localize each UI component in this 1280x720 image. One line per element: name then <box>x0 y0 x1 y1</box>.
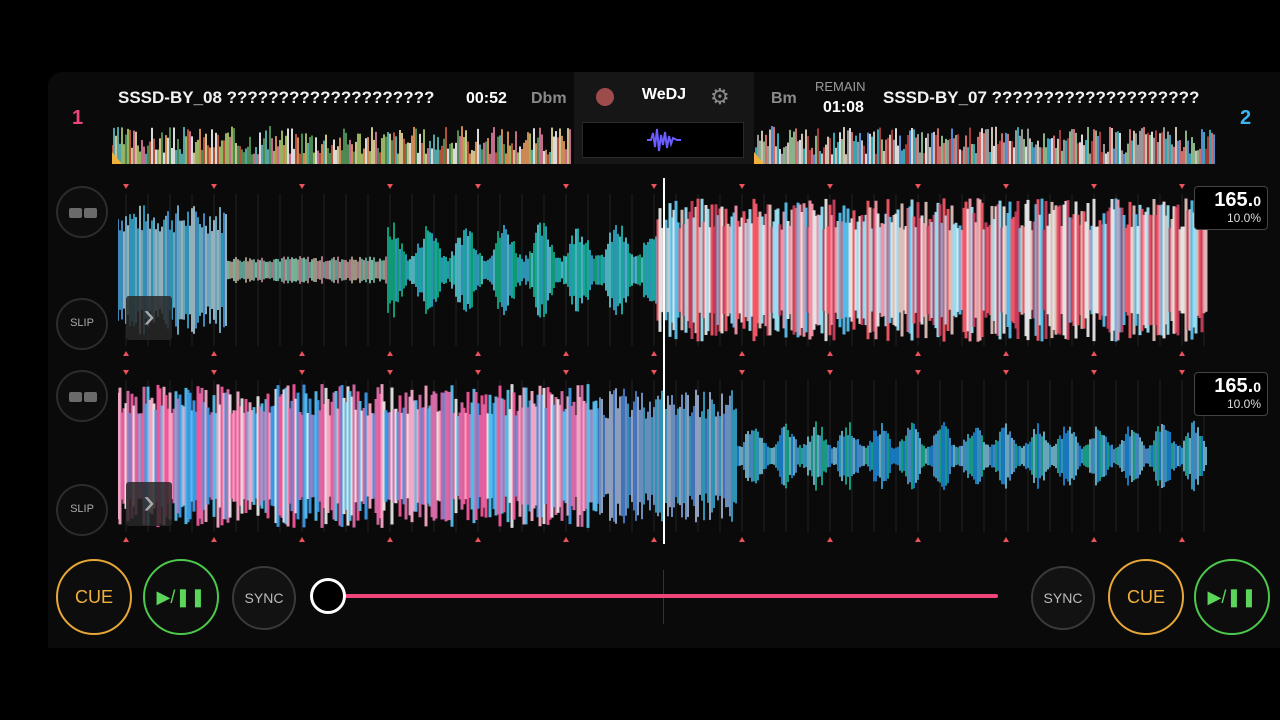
dj-app: 1 SSSD-BY_08 ???????????????????? 00:52 … <box>48 72 1280 648</box>
bpm-decimal: 0 <box>1253 193 1261 209</box>
deck-2-chevron-right-icon[interactable]: › <box>126 482 172 526</box>
bpm-value: 165. <box>1214 375 1254 397</box>
waveform-icon <box>647 128 681 152</box>
bpm-value: 165. <box>1214 189 1254 211</box>
crossfader-knob[interactable] <box>310 578 346 614</box>
deck-2-number: 2 <box>1240 107 1252 129</box>
deck-1-elapsed-time: 00:52 <box>466 90 507 107</box>
crossfader-track[interactable] <box>330 594 998 598</box>
app-logo: WeDJ <box>641 86 687 103</box>
deck-2-bpm-display[interactable]: 165.0 10.0% <box>1194 372 1268 416</box>
deck-2-key: Bm <box>771 90 797 107</box>
pad-left-icon <box>69 208 82 218</box>
deck-2-overview-waveform[interactable] <box>754 122 1216 164</box>
slip-label: SLIP <box>70 317 94 329</box>
deck-1-sync-button[interactable]: SYNC <box>232 566 296 630</box>
deck-1-overview-waveform[interactable] <box>112 122 572 164</box>
waveform-toggle-button[interactable] <box>582 122 744 158</box>
pad-left-icon <box>69 392 82 402</box>
pad-right-icon <box>84 208 97 218</box>
deck-1-slip-button[interactable]: SLIP <box>56 298 108 350</box>
deck-2-play-pause-button[interactable]: ▶/❚❚ <box>1194 559 1270 635</box>
record-button[interactable] <box>596 88 614 106</box>
pitch-range: 10.0% <box>1226 397 1261 411</box>
deck-1-number: 1 <box>72 107 84 129</box>
deck-2-sync-button[interactable]: SYNC <box>1031 566 1095 630</box>
deck-2-remain-label: REMAIN <box>815 79 866 94</box>
deck-1-play-pause-button[interactable]: ▶/❚❚ <box>143 559 219 635</box>
deck-1-bpm-display[interactable]: 165.0 10.0% <box>1194 186 1268 230</box>
deck-1-key: Dbm <box>531 90 567 107</box>
deck-1-cue-button[interactable]: CUE <box>56 559 132 635</box>
gear-icon[interactable]: ⚙ <box>710 84 730 110</box>
deck-2-cue-button[interactable]: CUE <box>1108 559 1184 635</box>
deck-2-track-title[interactable]: SSSD-BY_07 ???????????????????? <box>883 88 1208 108</box>
pitch-range: 10.0% <box>1226 211 1261 225</box>
center-header: WeDJ ⚙ <box>574 72 754 164</box>
slip-label: SLIP <box>70 503 94 515</box>
deck-2-remaining-time: 01:08 <box>823 99 864 116</box>
deck-2-slip-button[interactable]: SLIP <box>56 484 108 536</box>
deck-1-pad-button[interactable] <box>56 186 108 238</box>
deck-1-chevron-right-icon[interactable]: › <box>126 296 172 340</box>
pad-right-icon <box>84 392 97 402</box>
playhead-marker <box>663 178 665 544</box>
deck-1-track-title[interactable]: SSSD-BY_08 ???????????????????? <box>118 88 440 108</box>
deck-2-pad-button[interactable] <box>56 370 108 422</box>
bpm-decimal: 0 <box>1253 379 1261 395</box>
